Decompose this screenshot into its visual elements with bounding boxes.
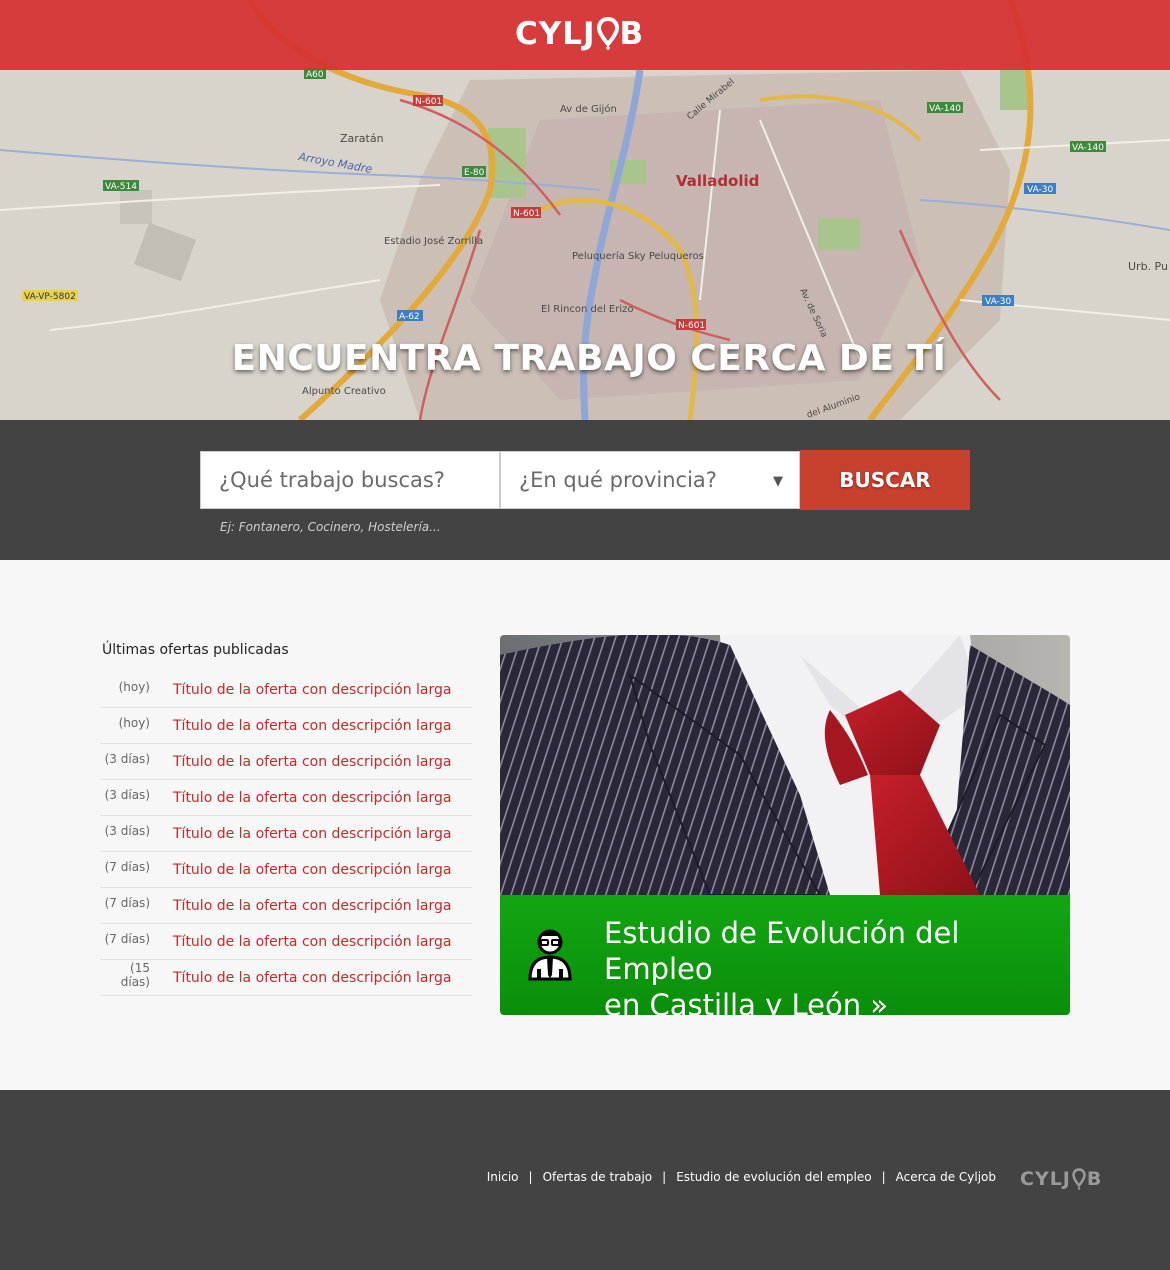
- offer-link[interactable]: Título de la oferta con descripción larg…: [173, 682, 452, 698]
- map-road-a62: A-62: [399, 312, 420, 322]
- hero-map: A60 N-601 E-80 N-601 N-601 VA-514 VA-140…: [0, 0, 1170, 420]
- footer-link-acerca[interactable]: Acerca de Cyljob: [896, 1170, 996, 1184]
- top-bar: CYLJ B: [0, 0, 1170, 70]
- map-road-vavp: VA-VP-5802: [24, 292, 76, 302]
- footer-logo-text-right: B: [1086, 1168, 1103, 1190]
- list-item: (hoy) Título de la oferta con descripción…: [100, 672, 472, 708]
- offer-age: (hoy): [118, 715, 150, 730]
- map-road-va140: VA-140: [1072, 143, 1104, 153]
- province-select-value: ¿En qué provincia?: [519, 468, 717, 492]
- promo-line-2: en Castilla y León »: [604, 988, 889, 1015]
- promo-heading[interactable]: Estudio de Evolución del Empleo en Casti…: [604, 915, 1054, 1015]
- logo-text-left: CYLJ: [515, 16, 596, 52]
- offer-age: (3 días): [104, 823, 150, 838]
- map-road-va30: VA-30: [1027, 185, 1054, 195]
- offer-link[interactable]: Título de la oferta con descripción larg…: [173, 826, 452, 842]
- map-road-va514: VA-514: [105, 182, 137, 192]
- offer-age: (3 días): [104, 751, 150, 766]
- map-road-a60: A60: [306, 70, 324, 80]
- footer-link-ofertas[interactable]: Ofertas de trabajo: [543, 1170, 653, 1184]
- footer: Inicio | Ofertas de trabajo | Estudio de…: [0, 1090, 1170, 1270]
- offer-link[interactable]: Título de la oferta con descripción larg…: [173, 934, 452, 950]
- footer-logo[interactable]: CYLJ B: [1020, 1168, 1102, 1190]
- map-label-gijon: Av de Gijón: [560, 103, 617, 115]
- search-hint: Ej: Fontanero, Cocinero, Hostelería...: [220, 520, 441, 534]
- map-pin-icon: [596, 16, 619, 51]
- offer-age: (3 días): [104, 787, 150, 802]
- map-label-rincon: El Rincon del Erizo: [541, 304, 634, 315]
- worker-avatar-icon: [528, 925, 572, 985]
- list-item: (7 días) Título de la oferta con descripc…: [100, 852, 472, 888]
- search-bar: ¿En qué provincia? ▼ BUSCAR Ej: Fontaner…: [0, 420, 1170, 560]
- offer-age: (7 días): [104, 895, 150, 910]
- map-road-n601: N-601: [415, 97, 442, 107]
- offer-link[interactable]: Título de la oferta con descripción larg…: [173, 790, 452, 806]
- offer-link[interactable]: Título de la oferta con descripción larg…: [173, 970, 452, 986]
- footer-separator: |: [528, 1170, 533, 1184]
- job-search-field: [200, 451, 500, 509]
- promo-band: Estudio de Evolución del Empleo en Casti…: [500, 895, 1070, 1015]
- suit-tie-photo: [500, 635, 1070, 895]
- search-button[interactable]: BUSCAR: [800, 450, 970, 510]
- offer-age: (7 días): [104, 931, 150, 946]
- list-item: (15 días) Título de la oferta con descrip…: [100, 960, 472, 996]
- offer-link[interactable]: Título de la oferta con descripción larg…: [173, 754, 452, 770]
- hero-title: ENCUENTRA TRABAJO CERCA DE TÍ: [231, 338, 947, 379]
- map-label-alpunto: Alpunto Creativo: [302, 386, 386, 397]
- list-item: (7 días) Título de la oferta con descripc…: [100, 888, 472, 924]
- logo-text-right: B: [619, 16, 645, 52]
- offer-link[interactable]: Título de la oferta con descripción larg…: [173, 718, 452, 734]
- map-road-n601: N-601: [678, 321, 705, 331]
- map-road-n601: N-601: [513, 209, 540, 219]
- list-item: (3 días) Título de la oferta con descripc…: [100, 744, 472, 780]
- footer-pin-icon: [1072, 1168, 1086, 1190]
- footer-nav: Inicio | Ofertas de trabajo | Estudio de…: [487, 1170, 996, 1184]
- employment-study-banner[interactable]: Estudio de Evolución del Empleo en Casti…: [500, 635, 1070, 1015]
- offer-link[interactable]: Título de la oferta con descripción larg…: [173, 898, 452, 914]
- dropdown-arrow-icon: ▼: [773, 474, 783, 489]
- map-road-e80: E-80: [464, 168, 485, 178]
- latest-offers-list: (hoy) Título de la oferta con descripción…: [100, 672, 472, 996]
- province-select[interactable]: ¿En qué provincia? ▼: [500, 451, 800, 509]
- offer-link[interactable]: Título de la oferta con descripción larg…: [173, 862, 452, 878]
- offer-age: (hoy): [118, 679, 150, 694]
- map-city-label: Valladolid: [676, 172, 759, 190]
- map-label-zaratan: Zaratán: [340, 132, 384, 145]
- site-logo[interactable]: CYLJ B: [515, 14, 644, 54]
- map-road-va140: VA-140: [929, 104, 961, 114]
- list-item: (hoy) Título de la oferta con descripción…: [100, 708, 472, 744]
- promo-line-1: Estudio de Evolución del Empleo: [604, 916, 960, 986]
- list-item: (7 días) Título de la oferta con descripc…: [100, 924, 472, 960]
- footer-link-inicio[interactable]: Inicio: [487, 1170, 519, 1184]
- map-label-estadio: Estadio José Zorrilla: [384, 235, 483, 247]
- offer-age: (15 días): [120, 960, 150, 989]
- list-item: (3 días) Título de la oferta con descripc…: [100, 780, 472, 816]
- map-label-urb: Urb. Pu de Casa: [1128, 260, 1170, 273]
- footer-logo-text-left: CYLJ: [1020, 1168, 1071, 1190]
- latest-offers-title: Últimas ofertas publicadas: [102, 642, 289, 658]
- map-road-va30: VA-30: [985, 297, 1012, 307]
- list-item: (3 días) Título de la oferta con descripc…: [100, 816, 472, 852]
- footer-link-estudio[interactable]: Estudio de evolución del empleo: [676, 1170, 871, 1184]
- footer-separator: |: [881, 1170, 886, 1184]
- footer-separator: |: [662, 1170, 667, 1184]
- offer-age: (7 días): [104, 859, 150, 874]
- job-search-input[interactable]: [201, 452, 499, 508]
- map-label-peluqueria: Peluquería Sky Peluqueros: [572, 250, 704, 262]
